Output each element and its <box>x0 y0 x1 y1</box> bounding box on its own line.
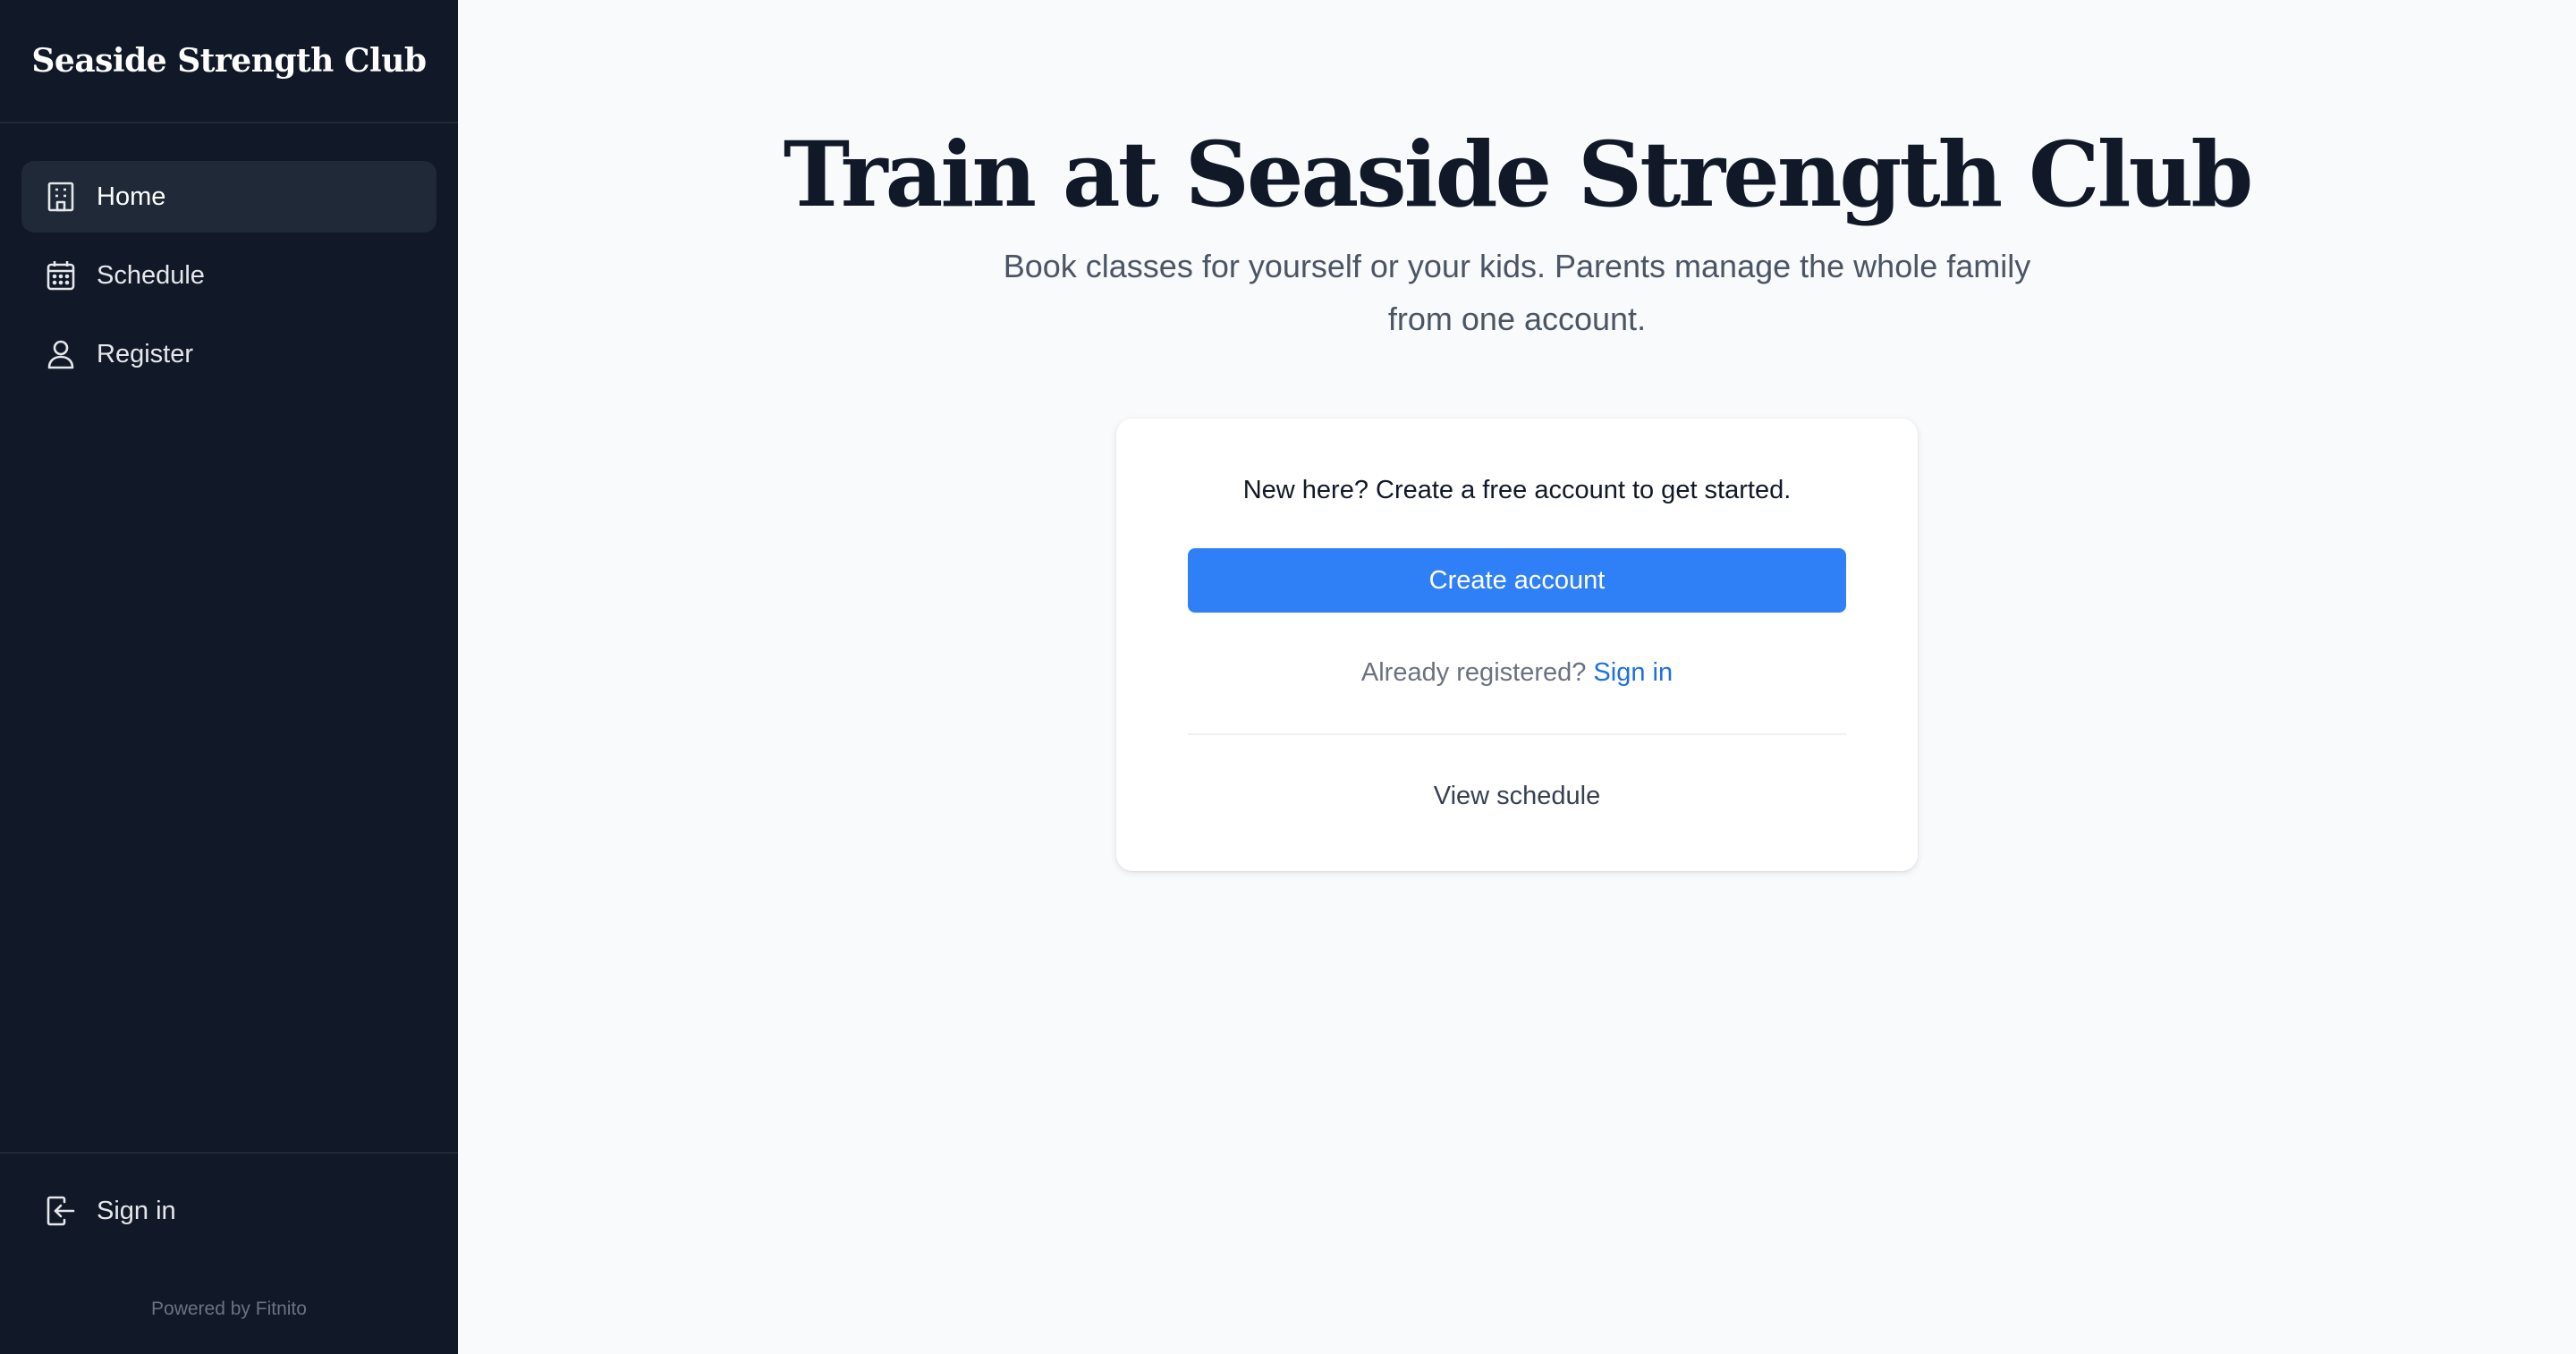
sidebar-item-schedule[interactable]: Schedule <box>21 240 436 311</box>
sidebar-item-sign-in[interactable]: Sign in <box>21 1175 436 1247</box>
page-title: Train at Seaside Strength Club <box>783 122 2253 227</box>
view-schedule-link[interactable]: View schedule <box>1116 782 1918 811</box>
brand-name[interactable]: Seaside Strength Club <box>31 42 427 80</box>
sidebar-item-label: Schedule <box>97 260 205 290</box>
calendar-icon <box>43 258 79 293</box>
sidebar-item-label: Register <box>97 339 193 368</box>
sidebar-item-home[interactable]: Home <box>21 161 436 233</box>
sidebar-footer: Sign in Powered by Fitnito <box>0 1152 458 1354</box>
already-registered-text: Already registered? <box>1360 658 1594 687</box>
sidebar-item-register[interactable]: Register <box>21 318 436 390</box>
sidebar: Seaside Strength Club Home Schedule Regi… <box>0 0 458 1354</box>
sign-in-icon <box>43 1193 79 1229</box>
create-account-button[interactable]: Create account <box>1188 548 1846 613</box>
powered-by-text: Powered by Fitnito <box>151 1299 307 1319</box>
building-icon <box>43 179 79 215</box>
sidebar-nav: Home Schedule Register <box>0 123 458 390</box>
welcome-card: New here? Create a free account to get s… <box>1116 419 1918 871</box>
app-root: Seaside Strength Club Home Schedule Regi… <box>0 0 2576 1354</box>
user-icon <box>43 336 79 372</box>
brand-header: Seaside Strength Club <box>0 0 458 123</box>
sidebar-item-label: Home <box>97 182 166 211</box>
already-registered-row: Already registered? Sign in <box>1116 658 1918 688</box>
card-divider <box>1188 733 1846 735</box>
card-intro-text: New here? Create a free account to get s… <box>1242 476 1792 504</box>
main-content: Train at Seaside Strength Club Book clas… <box>458 0 2576 1354</box>
sign-in-link[interactable]: Sign in <box>1593 658 1673 687</box>
page-subtitle: Book classes for yourself or your kids. … <box>1003 248 2031 337</box>
sign-in-label: Sign in <box>97 1196 176 1225</box>
